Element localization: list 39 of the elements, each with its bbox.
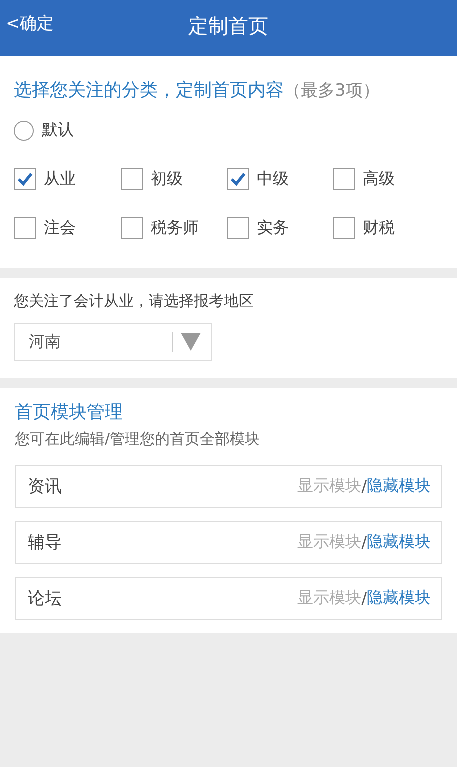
- checkbox[interactable]: [227, 168, 249, 190]
- module-toggle-link[interactable]: 显示模块: [298, 588, 362, 609]
- checkbox[interactable]: [333, 217, 355, 239]
- region-dropdown[interactable]: 河南: [14, 323, 212, 361]
- radio-label: 默认: [42, 120, 74, 141]
- checkbox[interactable]: [14, 168, 36, 190]
- checkbox-label: 税务师: [151, 218, 199, 238]
- module-toggle-link[interactable]: 隐藏模块: [367, 532, 431, 553]
- back-button[interactable]: <确定: [6, 12, 54, 35]
- separator: /: [362, 533, 367, 552]
- checkbox[interactable]: [227, 217, 249, 239]
- checkbox[interactable]: [14, 217, 36, 239]
- checkbox-label: 从业: [44, 168, 76, 190]
- checkbox[interactable]: [121, 217, 143, 239]
- caret-icon: [181, 333, 201, 351]
- checkbox-label: 中级: [257, 168, 289, 190]
- page-title: 定制首页: [188, 12, 268, 40]
- section-heading: 首页模块管理: [15, 401, 124, 424]
- module-toggle-link[interactable]: 显示模块: [298, 476, 362, 497]
- module-toggle-link[interactable]: 显示模块: [298, 532, 362, 553]
- module-name: 资讯: [28, 476, 63, 498]
- checkbox-label: 财税: [363, 218, 395, 238]
- module-name: 辅导: [28, 532, 63, 554]
- separator: /: [362, 477, 367, 496]
- limit-note: （最多3项）: [284, 80, 380, 102]
- separator: /: [362, 589, 367, 608]
- checkbox-label: 注会: [44, 218, 76, 238]
- section-description: 您可在此编辑/管理您的首页全部模块: [15, 430, 262, 449]
- checkbox-label: 高级: [363, 168, 395, 190]
- checkbox[interactable]: [333, 168, 355, 190]
- module-name: 论坛: [28, 588, 63, 610]
- module-toggle-link[interactable]: 隐藏模块: [367, 588, 431, 609]
- module-toggle-link[interactable]: 隐藏模块: [367, 476, 431, 497]
- section-heading: 选择您关注的分类，定制首页内容: [14, 79, 284, 102]
- checkbox[interactable]: [121, 168, 143, 190]
- radio-button[interactable]: [14, 120, 34, 140]
- region-prompt: 您关注了会计从业，请选择报考地区: [14, 292, 255, 311]
- checkbox-label: 初级: [151, 168, 183, 190]
- checkbox-label: 实务: [257, 218, 289, 238]
